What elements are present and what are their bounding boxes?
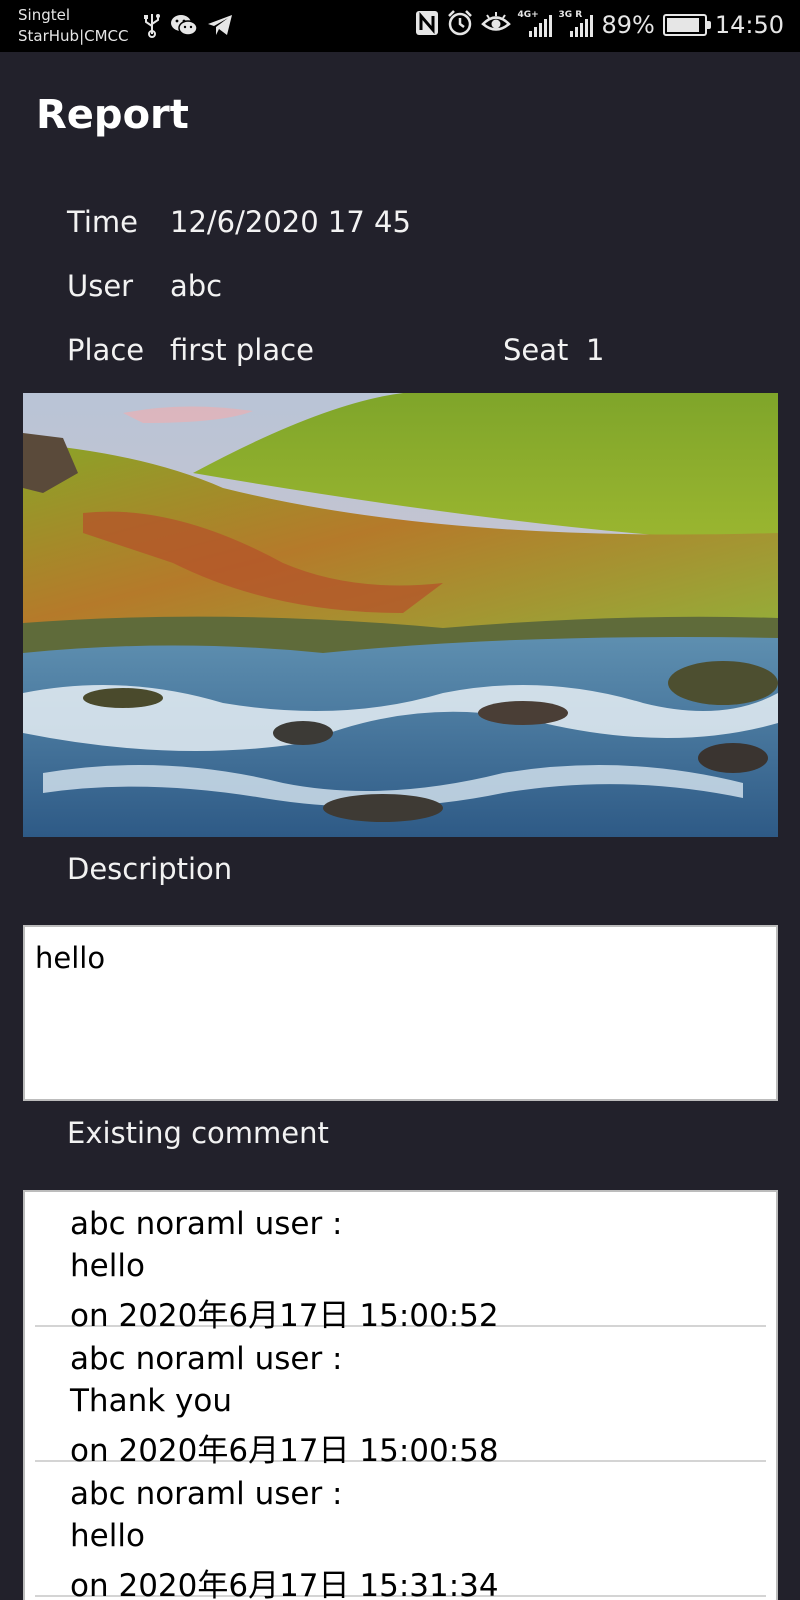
page-title: Report <box>36 92 189 138</box>
comment-text: hello <box>70 1248 145 1284</box>
carrier-name-2: StarHub|CMCC <box>18 27 129 45</box>
user-value: abc <box>170 269 223 303</box>
clock: 14:50 <box>714 11 784 39</box>
battery-icon <box>662 14 711 36</box>
report-photo[interactable] <box>23 393 778 837</box>
usb-icon <box>142 12 162 42</box>
comment-list[interactable]: abc noraml user : hello on 2020年6月17日 15… <box>23 1190 778 1600</box>
eye-comfort-icon <box>481 11 512 39</box>
description-field[interactable]: hello <box>23 925 778 1101</box>
nfc-icon <box>415 10 439 40</box>
comment-item: abc noraml user : Thank you on 2020年6月17… <box>35 1327 766 1469</box>
user-label: User <box>67 269 134 303</box>
time-value: 12/6/2020 17 45 <box>170 205 411 239</box>
carrier-info: Singtel StarHub|CMCC <box>18 5 129 47</box>
user-row: User abc <box>0 269 800 309</box>
comment-author: abc noraml user : <box>70 1206 343 1242</box>
place-row: Place first place Seat 1 <box>0 333 800 373</box>
time-label: Time <box>67 205 138 239</box>
comment-author: abc noraml user : <box>70 1476 343 1512</box>
signal-icon: 4G+ <box>517 10 553 37</box>
alarm-icon <box>447 10 473 40</box>
network-type-1: 4G+ <box>517 10 539 20</box>
time-row: Time 12/6/2020 17 45 <box>0 205 800 245</box>
comment-item: abc noraml user : hello on 2020年6月17日 15… <box>35 1192 766 1334</box>
signal-icon: 3G R <box>558 10 594 37</box>
comment-author: abc noraml user : <box>70 1341 343 1377</box>
comment-date: on 2020年6月17日 15:31:34 <box>70 1568 499 1600</box>
telegram-icon <box>206 13 234 41</box>
comment-item: abc noraml user : hello on 2020年6月17日 15… <box>35 1462 766 1600</box>
network-type-2: 3G R <box>558 10 583 20</box>
place-value: first place <box>170 333 314 367</box>
existing-comment-label: Existing comment <box>67 1116 329 1150</box>
place-label: Place <box>67 333 145 367</box>
comment-text: Thank you <box>70 1383 232 1419</box>
status-bar: Singtel StarHub|CMCC 4G+ 3G R 89% 14:50 <box>0 0 800 52</box>
wechat-icon <box>170 13 198 41</box>
comment-text: hello <box>70 1518 145 1554</box>
seat-label: Seat <box>503 333 569 367</box>
seat-value: 1 <box>586 333 605 367</box>
battery-percent: 89% <box>601 11 655 39</box>
description-label: Description <box>67 852 233 886</box>
carrier-name-1: Singtel <box>18 6 70 24</box>
description-text: hello <box>35 941 106 975</box>
